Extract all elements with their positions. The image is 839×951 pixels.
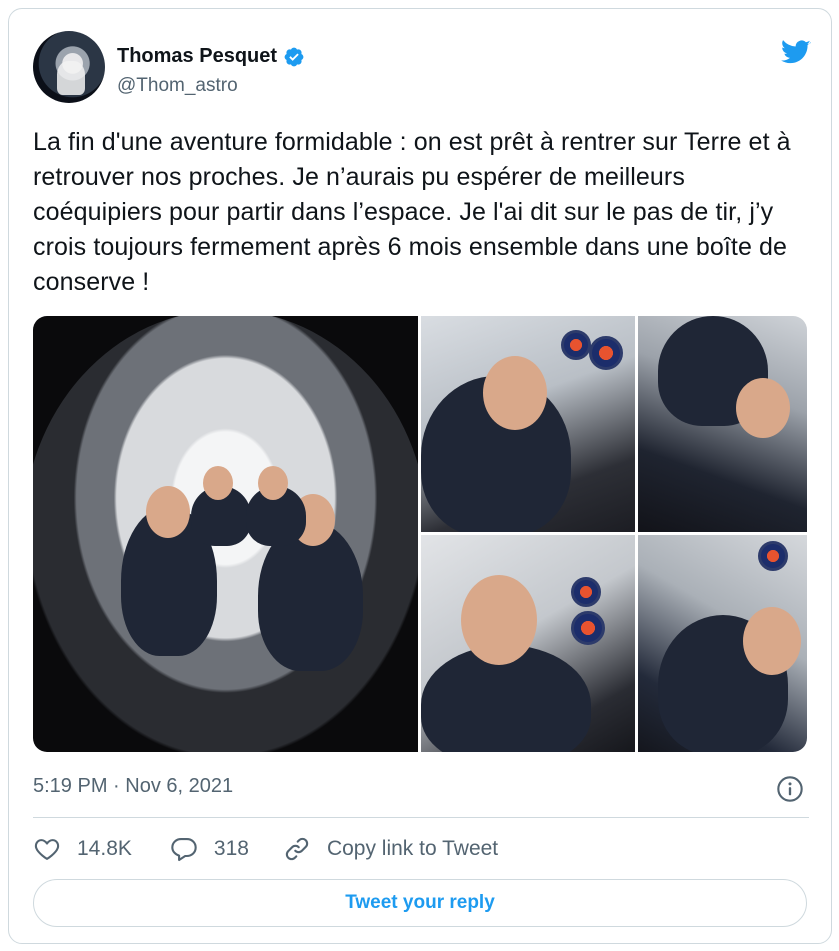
tweet-text: La fin d'une aventure formidable : on es… [33,128,791,296]
crew-face [483,356,547,430]
reply-count: 318 [213,837,249,860]
author-handle[interactable]: @Thom_astro [117,75,238,97]
tweet-media-grid [33,316,807,752]
like-button[interactable]: 14.8K [33,835,132,863]
media-photo-3[interactable] [638,316,807,532]
link-icon [285,837,309,861]
divider [33,817,809,818]
mission-patch [561,330,591,360]
crew-face [258,466,288,500]
media-photo-5[interactable] [638,535,807,752]
tweet-header: Thomas Pesquet @Thom_astro [33,31,813,111]
media-photo-crew-fisheye[interactable] [33,316,418,752]
reply-button[interactable]: 318 [170,835,249,863]
twitter-bird-icon[interactable] [779,37,813,67]
info-icon[interactable] [776,775,804,803]
mission-patch [571,611,605,645]
tweet-card: Thomas Pesquet @Thom_astro La fin d'une … [8,8,832,944]
author-name-row: Thomas Pesquet [117,45,305,68]
heart-icon [34,839,60,860]
media-photo-4[interactable] [421,535,635,752]
author-display-name[interactable]: Thomas Pesquet [117,45,277,68]
crew-face [461,575,537,665]
like-count: 14.8K [77,837,132,860]
reply-bubble-icon [171,838,197,862]
author-avatar[interactable] [33,31,105,103]
media-photo-2[interactable] [421,316,635,532]
crew-face [743,607,801,675]
mission-patch [758,541,788,571]
tweet-your-reply-button[interactable]: Tweet your reply [33,879,807,927]
mission-patch [589,336,623,370]
mission-patch [571,577,601,607]
copy-link-label: Copy link to Tweet [326,837,499,860]
crew-face [736,378,790,438]
tweet-actions-bar: 14.8K 318 Copy link to Tweet [33,829,498,869]
tweet-timestamp[interactable]: 5:19 PM · Nov 6, 2021 [33,775,233,798]
crew-face [146,486,190,538]
copy-link-button[interactable]: Copy link to Tweet [283,835,498,863]
crew-face [203,466,233,500]
verified-badge-icon [284,47,304,66]
